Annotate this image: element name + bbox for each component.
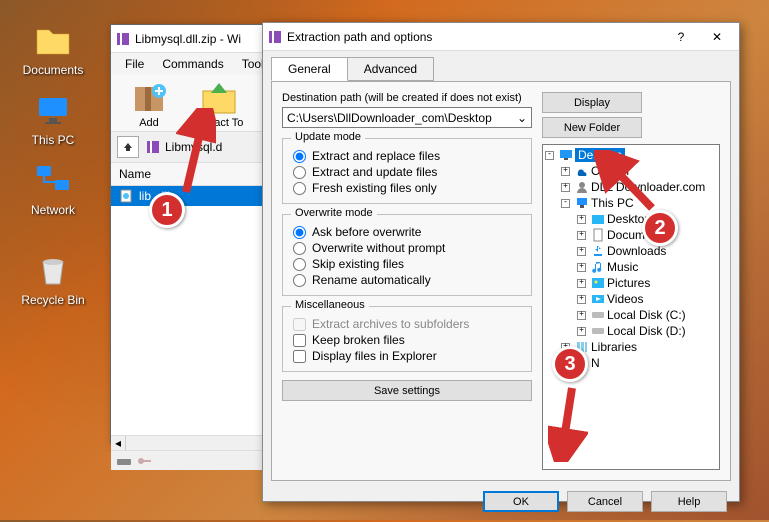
desktop-icon-this-pc[interactable]: This PC (18, 90, 88, 147)
key-icon (137, 455, 153, 467)
tree-node-pictures[interactable]: +Pictures (545, 275, 717, 291)
annotation-3: 3 (552, 346, 588, 382)
folder-icon (33, 20, 73, 60)
dialog-title: Extraction path and options (287, 30, 663, 44)
winrar-icon (115, 31, 131, 47)
tree-node-local-disk-d-[interactable]: +Local Disk (D:) (545, 323, 717, 339)
close-button[interactable]: ✕ (699, 25, 735, 49)
check-keep-broken[interactable]: Keep broken files (293, 333, 521, 347)
radio-extract-replace[interactable]: Extract and replace files (293, 149, 521, 163)
annotation-1: 1 (149, 192, 185, 228)
update-mode-group: Update mode Extract and replace files Ex… (282, 138, 532, 204)
desktop-icon-recycle-bin[interactable]: Recycle Bin (18, 250, 88, 307)
network-icon (33, 160, 73, 200)
radio-skip-existing[interactable]: Skip existing files (293, 257, 521, 271)
radio-ask-before[interactable]: Ask before overwrite (293, 225, 521, 239)
tab-general[interactable]: General (271, 57, 348, 81)
winrar-icon (267, 29, 283, 45)
dialog-titlebar[interactable]: Extraction path and options ? ✕ (263, 23, 739, 51)
menu-commands[interactable]: Commands (154, 55, 231, 73)
toolbar-add-button[interactable]: Add (121, 81, 177, 129)
tab-advanced[interactable]: Advanced (347, 57, 434, 81)
radio-extract-update[interactable]: Extract and update files (293, 165, 521, 179)
tree-node-music[interactable]: +Music (545, 259, 717, 275)
tree-node-local-disk-c-[interactable]: +Local Disk (C:) (545, 307, 717, 323)
check-subfolders[interactable]: Extract archives to subfolders (293, 317, 521, 331)
desktop-icon-documents[interactable]: Documents (18, 20, 88, 77)
tree-node-downloads[interactable]: +Downloads (545, 243, 717, 259)
extraction-dialog: Extraction path and options ? ✕ General … (262, 22, 740, 502)
overwrite-mode-group: Overwrite mode Ask before overwrite Over… (282, 214, 532, 296)
destination-path-combo[interactable]: C:\Users\DllDownloader_com\Desktop ⌄ (282, 107, 532, 128)
cancel-button[interactable]: Cancel (567, 491, 643, 512)
add-icon (129, 81, 169, 115)
destination-label: Destination path (will be created if doe… (282, 92, 532, 104)
misc-group: Miscellaneous Extract archives to subfol… (282, 306, 532, 372)
save-settings-button[interactable]: Save settings (282, 380, 532, 401)
annotation-2: 2 (642, 210, 678, 246)
radio-rename-auto[interactable]: Rename automatically (293, 273, 521, 287)
radio-fresh-existing[interactable]: Fresh existing files only (293, 181, 521, 195)
new-folder-button[interactable]: New Folder (542, 117, 642, 138)
display-button[interactable]: Display (542, 92, 642, 113)
chevron-down-icon: ⌄ (517, 111, 527, 125)
up-button[interactable] (117, 136, 139, 158)
desktop-icon-network[interactable]: Network (18, 160, 88, 217)
tree-node-document[interactable]: +Document (545, 227, 717, 243)
check-display-explorer[interactable]: Display files in Explorer (293, 349, 521, 363)
menu-file[interactable]: File (117, 55, 152, 73)
tab-strip: General Advanced (263, 51, 739, 81)
help-button[interactable]: ? (663, 25, 699, 49)
pc-icon (33, 90, 73, 130)
dialog-button-row: OK Cancel Help (263, 481, 739, 522)
recycle-bin-icon (33, 250, 73, 290)
tree-node-videos[interactable]: +Videos (545, 291, 717, 307)
disk-icon (117, 455, 133, 467)
radio-overwrite-no-prompt[interactable]: Overwrite without prompt (293, 241, 521, 255)
help-button[interactable]: Help (651, 491, 727, 512)
ok-button[interactable]: OK (483, 491, 559, 512)
